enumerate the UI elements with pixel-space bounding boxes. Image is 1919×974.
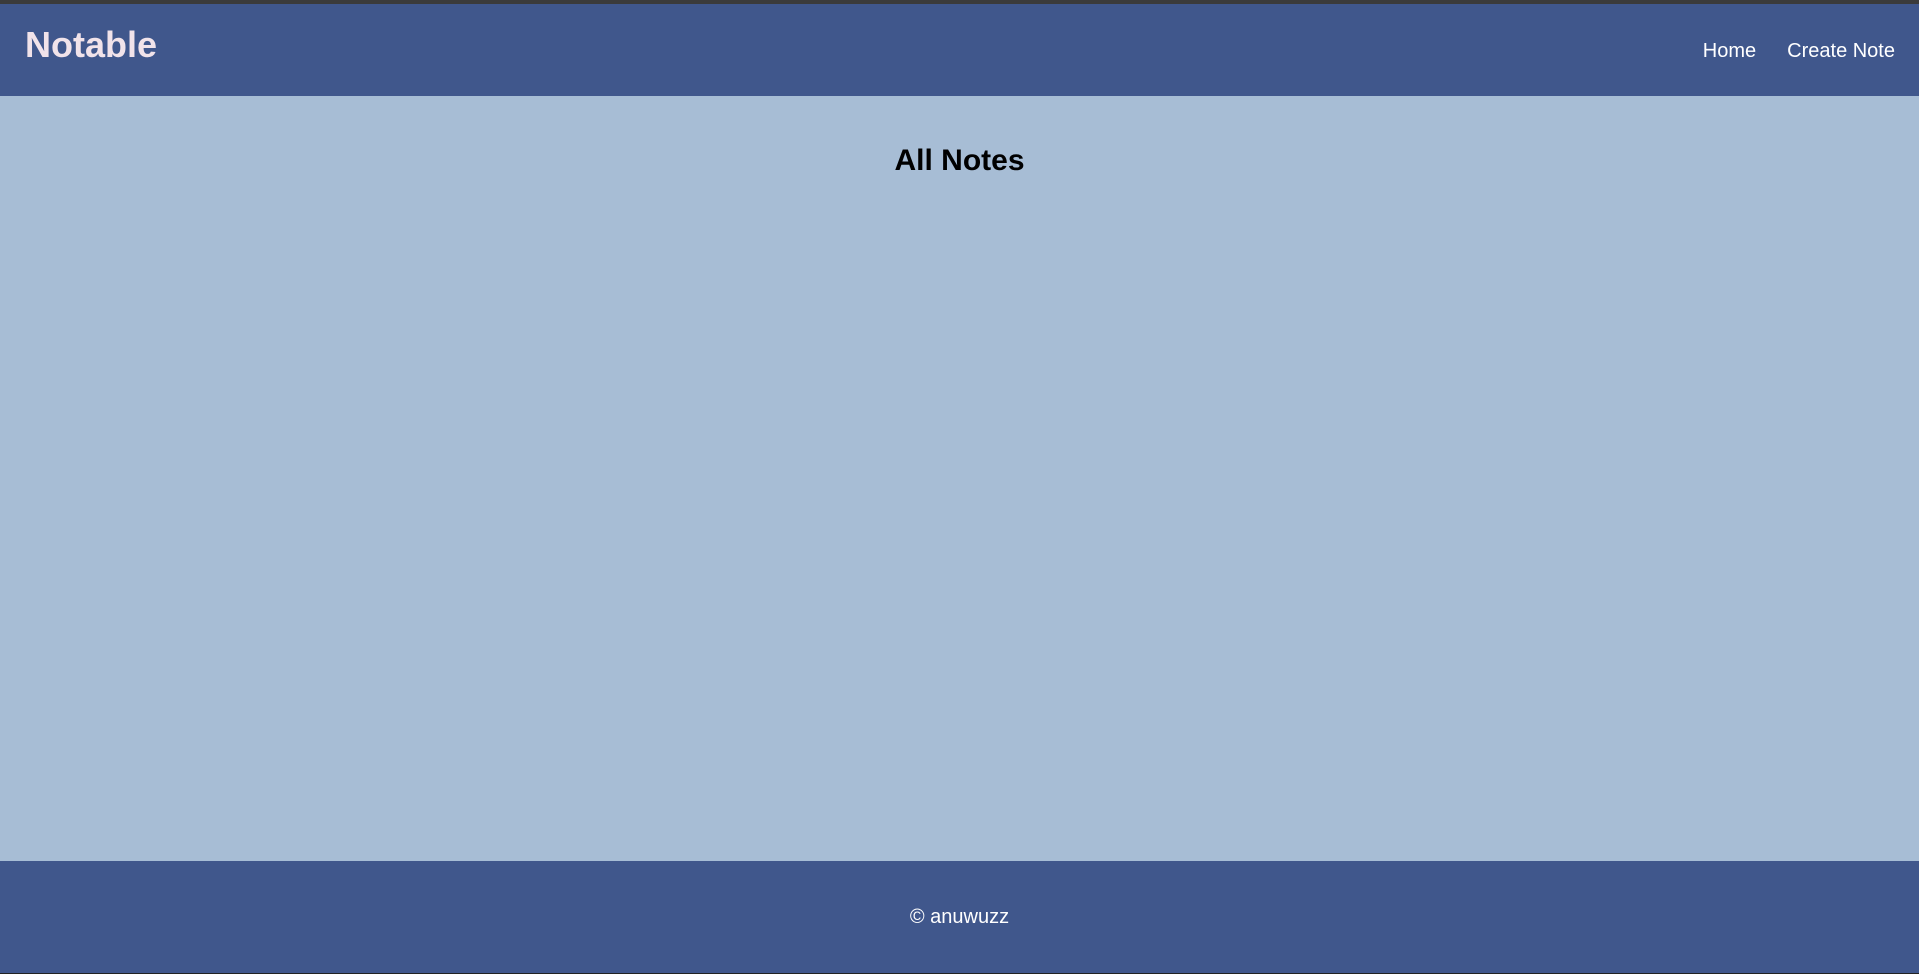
nav-link-create-note[interactable]: Create Note <box>1787 41 1895 61</box>
page-title: All Notes <box>894 144 1025 177</box>
footer-copyright: © anuwuzz <box>909 906 1010 928</box>
brand-logo-link[interactable]: Notable <box>25 27 157 63</box>
nav-link-home[interactable]: Home <box>1703 41 1756 61</box>
main-content: All Notes <box>0 96 1919 861</box>
navbar: Notable Home Create Note <box>0 4 1919 96</box>
footer: © anuwuzz <box>0 861 1919 973</box>
nav-links: Home Create Note <box>1703 41 1895 61</box>
